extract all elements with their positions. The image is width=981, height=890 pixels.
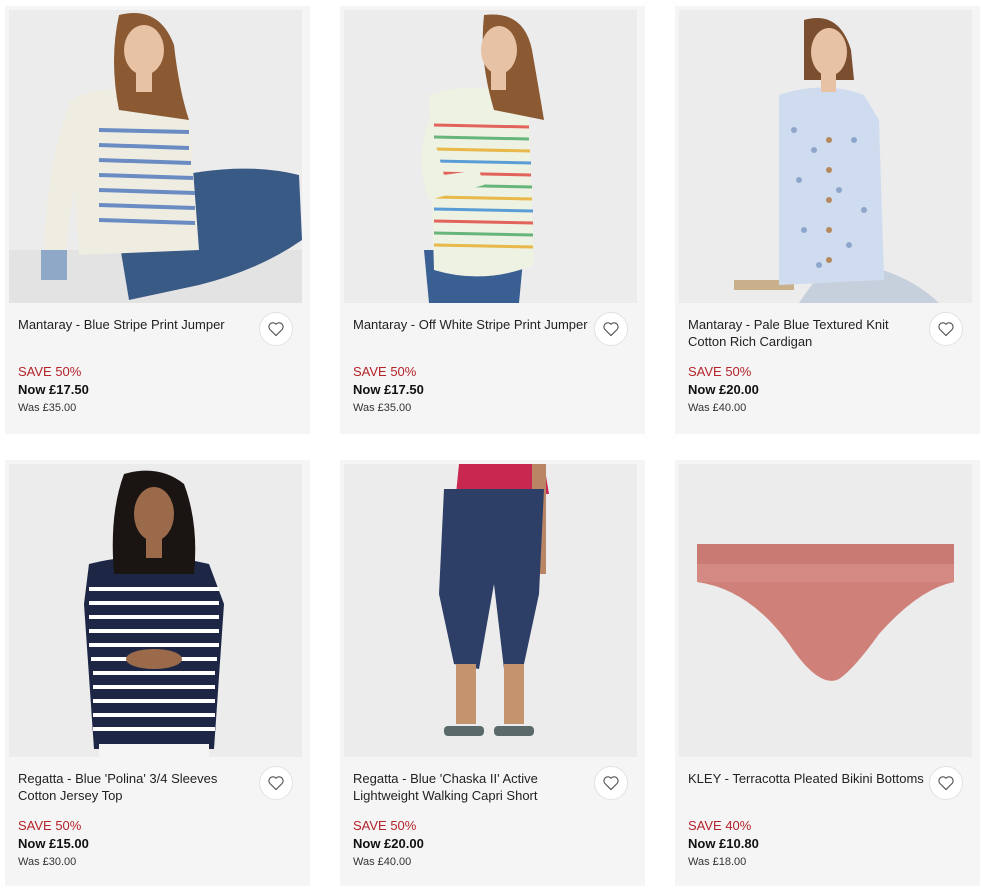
product-card[interactable]: Mantaray - Blue Stripe Print Jumper SAVE… [5,6,310,434]
product-card[interactable]: Regatta - Blue 'Chaska II' Active Lightw… [340,460,645,886]
product-card[interactable]: Mantaray - Off White Stripe Print Jumper… [340,6,645,434]
product-info: KLEY - Terracotta Pleated Bikini Bottoms… [688,770,928,871]
product-image[interactable] [9,10,302,303]
product-image[interactable] [9,464,302,757]
product-title[interactable]: Mantaray - Off White Stripe Print Jumper [353,316,593,350]
now-price: Now £17.50 [18,382,89,397]
now-price: Now £20.00 [688,382,759,397]
product-photo-woman-capri-shorts [344,464,637,757]
product-grid: Mantaray - Blue Stripe Print Jumper SAVE… [0,0,981,890]
product-image[interactable] [679,10,972,303]
wishlist-button[interactable] [259,766,293,800]
save-badge: SAVE 40% [688,818,752,833]
save-badge: SAVE 50% [353,364,417,379]
product-title[interactable]: KLEY - Terracotta Pleated Bikini Bottoms [688,770,928,804]
product-photo-woman-cardigan [679,10,972,303]
save-badge: SAVE 50% [353,818,417,833]
product-photo-woman-stripe-jumper [9,10,302,303]
was-price: Was £40.00 [353,856,412,868]
heart-outline-icon [603,322,619,337]
product-title[interactable]: Mantaray - Blue Stripe Print Jumper [18,316,258,350]
was-price: Was £35.00 [353,402,412,414]
now-price: Now £15.00 [18,836,89,851]
product-title[interactable]: Regatta - Blue 'Chaska II' Active Lightw… [353,770,593,804]
wishlist-button[interactable] [929,312,963,346]
wishlist-button[interactable] [259,312,293,346]
product-title[interactable]: Mantaray - Pale Blue Textured Knit Cotto… [688,316,928,350]
product-title[interactable]: Regatta - Blue 'Polina' 3/4 Sleeves Cott… [18,770,258,804]
product-image[interactable] [344,464,637,757]
wishlist-button[interactable] [929,766,963,800]
product-info: Mantaray - Blue Stripe Print Jumper SAVE… [18,316,258,417]
product-photo-bikini-bottoms [679,464,972,757]
was-price: Was £40.00 [688,402,747,414]
product-card[interactable]: Mantaray - Pale Blue Textured Knit Cotto… [675,6,980,434]
product-info: Regatta - Blue 'Polina' 3/4 Sleeves Cott… [18,770,258,871]
now-price: Now £10.80 [688,836,759,851]
product-info: Mantaray - Pale Blue Textured Knit Cotto… [688,316,928,417]
heart-outline-icon [938,776,954,791]
heart-outline-icon [603,776,619,791]
save-badge: SAVE 50% [18,364,82,379]
product-photo-woman-navy-stripe-top [9,464,302,757]
heart-outline-icon [268,322,284,337]
save-badge: SAVE 50% [688,364,752,379]
was-price: Was £18.00 [688,856,747,868]
wishlist-button[interactable] [594,312,628,346]
product-info: Regatta - Blue 'Chaska II' Active Lightw… [353,770,593,871]
save-badge: SAVE 50% [18,818,82,833]
product-photo-woman-rainbow-jumper [344,10,637,303]
heart-outline-icon [268,776,284,791]
product-card[interactable]: Regatta - Blue 'Polina' 3/4 Sleeves Cott… [5,460,310,886]
product-image[interactable] [679,464,972,757]
heart-outline-icon [938,322,954,337]
wishlist-button[interactable] [594,766,628,800]
was-price: Was £35.00 [18,402,77,414]
now-price: Now £20.00 [353,836,424,851]
now-price: Now £17.50 [353,382,424,397]
product-info: Mantaray - Off White Stripe Print Jumper… [353,316,593,417]
product-image[interactable] [344,10,637,303]
product-card[interactable]: KLEY - Terracotta Pleated Bikini Bottoms… [675,460,980,886]
was-price: Was £30.00 [18,856,77,868]
